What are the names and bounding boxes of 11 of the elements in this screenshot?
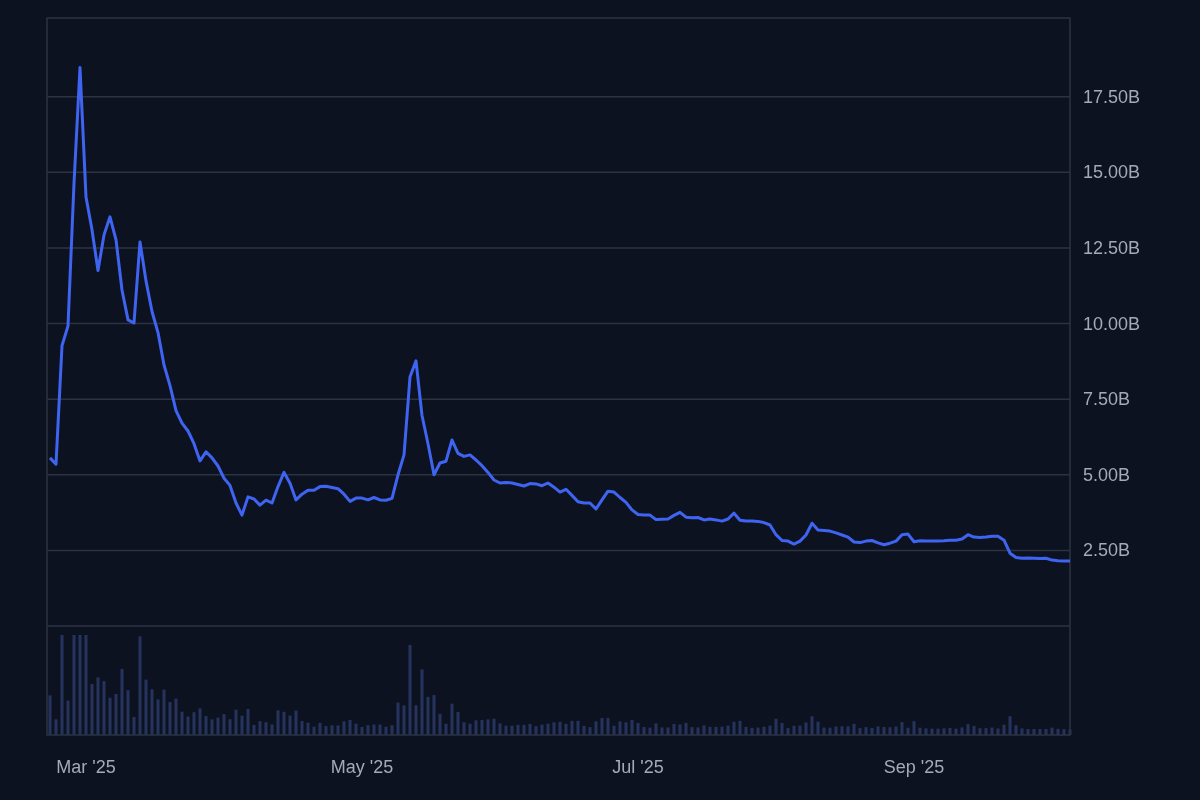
y-axis-label: 10.00B xyxy=(1083,313,1141,334)
y-axis-label: 2.50B xyxy=(1083,540,1131,561)
x-axis-label: Sep '25 xyxy=(883,757,945,777)
x-axis-label: Jul '25 xyxy=(612,757,664,777)
x-axis-label: Mar '25 xyxy=(56,757,116,777)
y-axis-label: 17.50B xyxy=(1083,86,1141,107)
y-axis-label: 7.50B xyxy=(1083,389,1131,410)
x-axis-label: May '25 xyxy=(330,757,394,777)
y-axis-label: 15.00B xyxy=(1083,162,1141,183)
y-axis-label: 12.50B xyxy=(1083,237,1141,258)
y-axis-label: 5.00B xyxy=(1083,464,1131,485)
